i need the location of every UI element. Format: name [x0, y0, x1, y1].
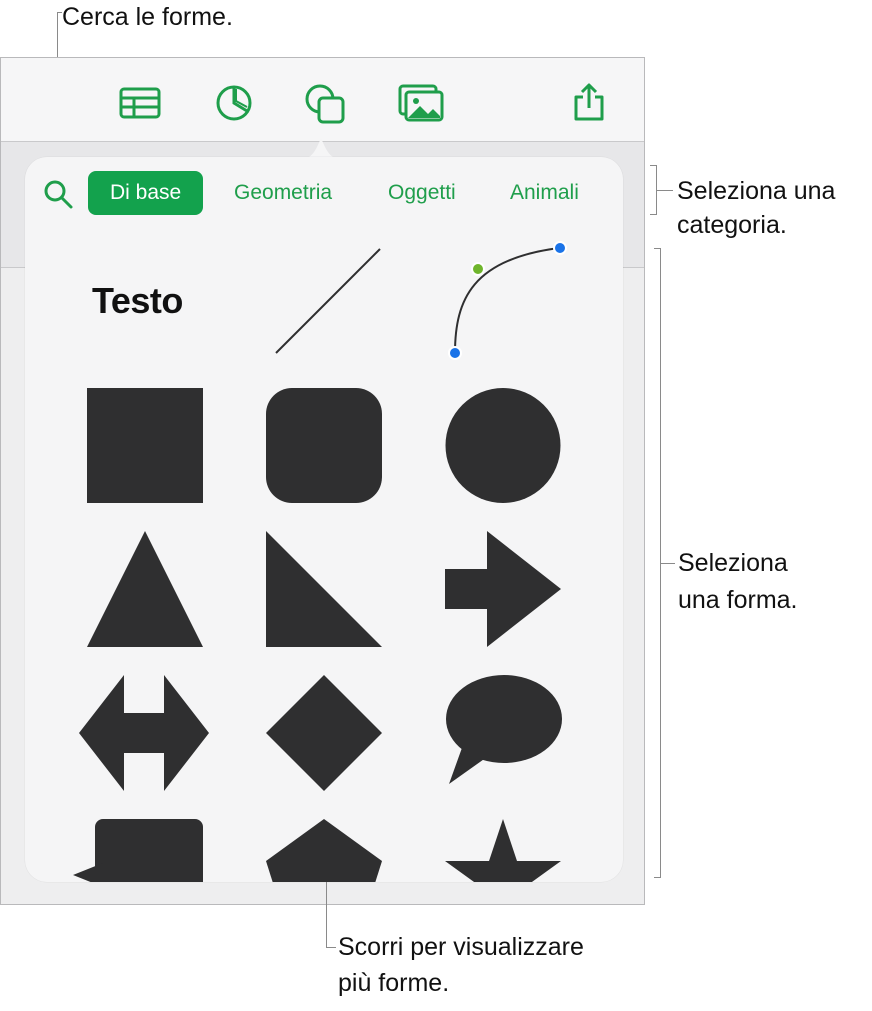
shape-square[interactable]	[87, 388, 203, 503]
shape-star[interactable]	[445, 819, 561, 882]
table-button[interactable]	[117, 82, 163, 124]
shapes-icon	[305, 84, 345, 124]
callout-shape-line2: una forma.	[678, 586, 798, 614]
tab-animali[interactable]: Animali	[510, 171, 579, 215]
callout-shape-tick	[661, 563, 675, 564]
tab-oggetti[interactable]: Oggetti	[388, 171, 456, 215]
chart-icon	[216, 85, 252, 121]
shapes-popover: Di base Geometria Oggetti Animali Testo	[25, 157, 623, 882]
callout-scroll-line2: più forme.	[338, 969, 450, 997]
callout-category-bracket-top	[650, 165, 657, 166]
tab-geometria[interactable]: Geometria	[234, 171, 332, 215]
shape-pentagon[interactable]	[266, 819, 382, 882]
shape-text[interactable]: Testo	[92, 280, 183, 322]
callout-shape-line1: Seleziona	[678, 549, 788, 577]
shape-right-triangle[interactable]	[266, 531, 382, 647]
media-button[interactable]	[397, 82, 445, 124]
callout-shape-bracket-top	[654, 248, 661, 249]
shape-rounded-square[interactable]	[266, 388, 382, 503]
tab-di-base[interactable]: Di base	[88, 171, 204, 215]
table-icon	[119, 87, 161, 119]
share-icon	[574, 83, 604, 121]
callout-category-tick	[657, 190, 673, 191]
curve-handle-start[interactable]	[448, 346, 462, 360]
curve-handle-mid[interactable]	[471, 262, 485, 276]
shape-curve[interactable]	[443, 239, 573, 363]
shapes-button[interactable]	[301, 80, 349, 128]
callout-scroll-tick	[326, 947, 336, 948]
callout-category-bracket-bottom	[650, 214, 657, 215]
shape-arrow[interactable]	[445, 531, 561, 647]
shape-speech-bubble[interactable]	[445, 675, 563, 785]
popover-arrow	[300, 138, 342, 159]
shape-double-arrow[interactable]	[79, 675, 209, 791]
callout-category-line2: categoria.	[677, 211, 787, 239]
search-icon[interactable]	[42, 178, 74, 210]
callout-scroll-leader	[326, 882, 327, 948]
shape-line[interactable]	[270, 245, 386, 357]
shape-callout-rectangle[interactable]	[73, 819, 205, 882]
callout-search-text: Cerca le forme.	[62, 3, 233, 31]
shape-triangle[interactable]	[87, 531, 203, 647]
chart-button[interactable]	[211, 80, 257, 126]
share-button[interactable]	[567, 78, 611, 126]
category-bar: Di base Geometria Oggetti Animali	[25, 169, 623, 215]
toolbar	[1, 58, 644, 142]
media-icon	[398, 84, 444, 122]
callout-category-line1: Seleziona una	[677, 177, 836, 205]
callout-shape-bracket-bottom	[654, 877, 661, 878]
callout-search-leader-tick	[57, 12, 62, 13]
callout-scroll-line1: Scorri per visualizzare	[338, 933, 584, 961]
curve-handle-end[interactable]	[553, 241, 567, 255]
shape-diamond[interactable]	[266, 675, 382, 791]
shape-circle[interactable]	[445, 388, 561, 503]
